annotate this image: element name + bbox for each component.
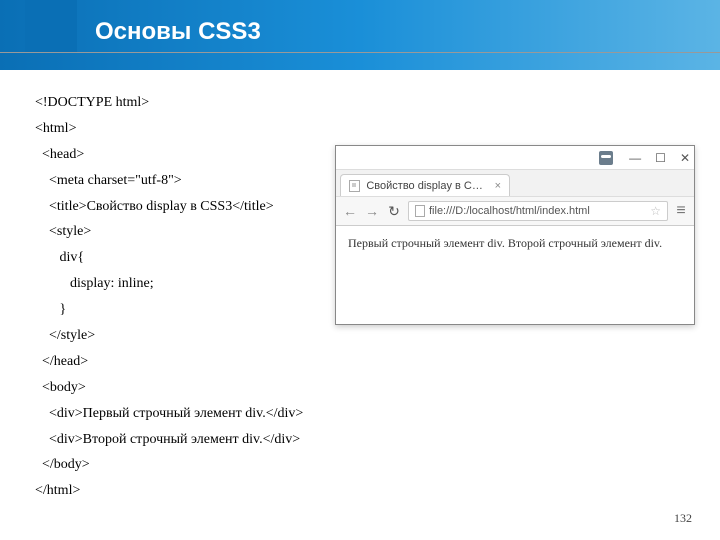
code-line: <style> [35,219,303,245]
forward-button[interactable]: → [364,203,380,219]
address-bar[interactable]: file:///D:/localhost/html/index.html ☆ [408,201,668,221]
code-line: </html> [35,478,303,504]
file-icon [415,205,425,217]
page-number: 132 [674,511,692,526]
code-line: </head> [35,349,303,375]
maximize-button[interactable]: ☐ [655,151,666,165]
code-line: <title>Свойство display в CSS3</title> [35,194,303,220]
code-line: <body> [35,375,303,401]
slide-header: Основы CSS3 [0,0,720,70]
rendered-page-content: Первый строчный элемент div. Второй стро… [336,226,694,261]
menu-button[interactable]: ≡ [674,202,688,220]
code-line: <div>Второй строчный элемент div.</div> [35,427,303,453]
code-line: <meta charset="utf-8"> [35,168,303,194]
bookmark-star-icon[interactable]: ☆ [650,204,661,218]
browser-toolbar: ← → ↻ file:///D:/localhost/html/index.ht… [336,196,694,226]
code-line: <head> [35,142,303,168]
browser-window: — ☐ ✕ Свойство display в CSS3 × ← → ↻ fi… [335,145,695,325]
code-line: div{ [35,245,303,271]
url-text: file:///D:/localhost/html/index.html [429,205,590,217]
header-accent-box [25,0,77,52]
close-window-button[interactable]: ✕ [680,151,690,165]
code-line: <html> [35,116,303,142]
back-button[interactable]: ← [342,203,358,219]
minimize-button[interactable]: — [629,151,641,165]
tab-title: Свойство display в CSS3 [366,180,484,192]
code-line: <div>Первый строчный элемент div.</div> [35,401,303,427]
tab-close-button[interactable]: × [495,180,501,192]
page-title: Основы CSS3 [95,18,261,46]
browser-tab[interactable]: Свойство display в CSS3 × [340,174,510,196]
code-line: </body> [35,452,303,478]
code-line: <!DOCTYPE html> [35,90,303,116]
favicon-icon [349,180,360,192]
code-line: </style> [35,323,303,349]
code-line: } [35,297,303,323]
window-controls: — ☐ ✕ [629,151,690,165]
header-underline [0,52,720,53]
tab-bar: Свойство display в CSS3 × [336,170,694,196]
user-icon [599,151,613,165]
reload-button[interactable]: ↻ [386,203,402,220]
code-line: display: inline; [35,271,303,297]
window-titlebar: — ☐ ✕ [336,146,694,170]
code-listing: <!DOCTYPE html> <html> <head> <meta char… [35,90,303,504]
